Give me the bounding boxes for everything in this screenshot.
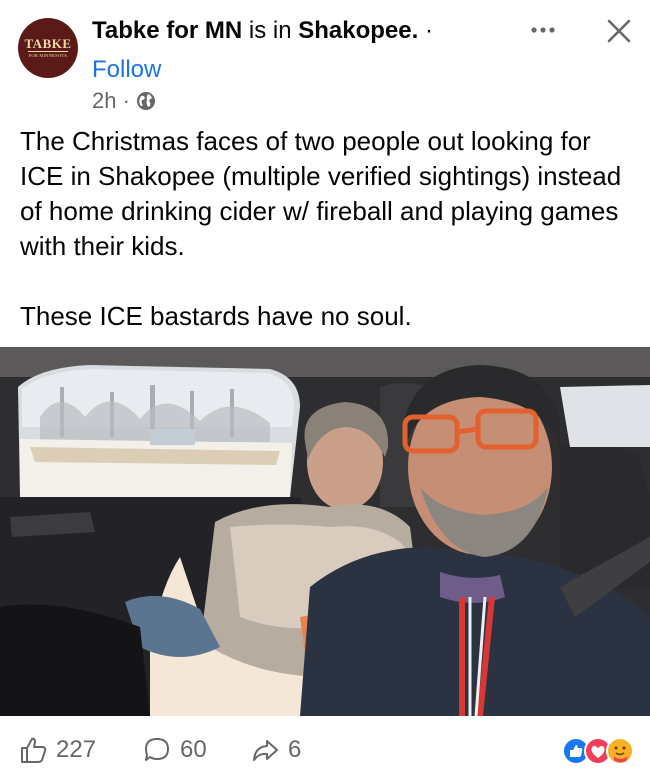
post-meta: 2h ·	[92, 88, 156, 114]
more-options-icon[interactable]	[528, 20, 558, 40]
like-action[interactable]: 227	[18, 734, 96, 766]
follow-button[interactable]: Follow	[92, 55, 161, 85]
post-photo[interactable]	[0, 347, 650, 716]
comment-action[interactable]: 60	[142, 734, 207, 766]
comment-count: 60	[180, 736, 207, 763]
avatar-logo-subtext: FOR MINNESOTA	[28, 53, 68, 58]
globe-icon[interactable]	[136, 91, 156, 111]
like-icon	[21, 737, 47, 763]
avatar-logo-text: TABKE	[24, 36, 72, 51]
share-count: 6	[288, 736, 302, 763]
post-header: TABKE FOR MINNESOTA Tabke for MN is in S…	[0, 0, 650, 120]
post-paragraph-2: These ICE bastards have no soul.	[20, 301, 412, 331]
post-text: The Christmas faces of two people out lo…	[20, 124, 640, 334]
location-name[interactable]: Shakopee.	[298, 17, 418, 44]
avatar[interactable]: TABKE FOR MINNESOTA	[18, 18, 78, 78]
post-footer: 227 60 6	[0, 716, 650, 781]
close-icon[interactable]	[604, 16, 634, 46]
avatar-logo-divider	[28, 51, 68, 52]
location-prefix: is in	[242, 17, 299, 44]
author-name[interactable]: Tabke for MN	[92, 17, 242, 44]
post-time[interactable]: 2h ·	[92, 88, 130, 114]
post-title-line: Tabke for MN is in Shakopee. ·	[92, 16, 433, 46]
post-paragraph-1: The Christmas faces of two people out lo…	[20, 126, 622, 261]
location-suffix: ·	[418, 17, 433, 44]
share-icon	[253, 740, 278, 761]
comment-icon	[145, 738, 169, 761]
share-action[interactable]: 6	[250, 734, 301, 766]
like-count: 227	[56, 736, 97, 763]
reactions-icon[interactable]	[562, 736, 638, 766]
